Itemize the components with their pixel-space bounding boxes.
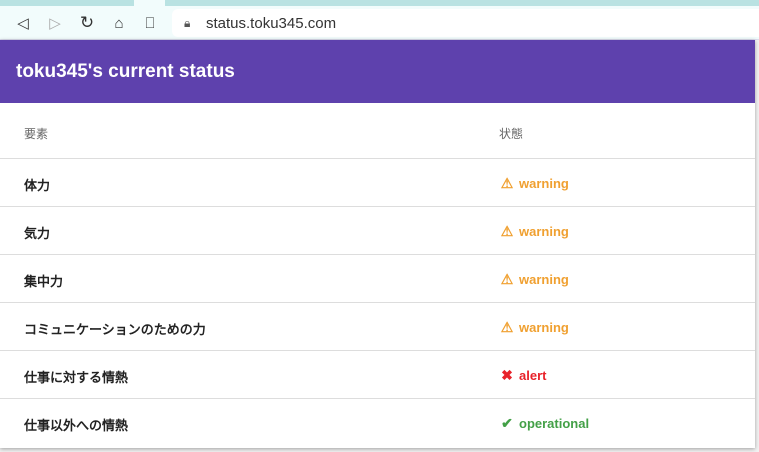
status-badge: ✖ alert (499, 367, 546, 384)
warning-icon: ⚠ (500, 319, 514, 335)
lock-icon: 🔒︎ (184, 15, 191, 30)
column-header-status: 状態 (499, 127, 524, 141)
status-badge: ⚠ warning (499, 319, 569, 336)
forward-icon[interactable]: ▷ (44, 12, 66, 34)
warning-icon: ⚠ (500, 175, 514, 191)
table-header: 要素 状態 (0, 103, 755, 159)
status-badge: ✔ operational (499, 415, 589, 432)
status-card: toku345's current status 要素 状態 体力 ⚠ warn… (0, 40, 755, 448)
element-name: 気力 (24, 226, 51, 241)
address-bar[interactable]: 🔒︎ status.toku345.com (172, 9, 759, 37)
page-title: toku345's current status (0, 40, 755, 103)
table-row: 仕事以外への情熱 ✔ operational (0, 399, 755, 447)
element-name: 体力 (24, 178, 51, 193)
table-row: コミュニケーションのための力 ⚠ warning (0, 303, 755, 351)
close-icon: ✖ (501, 367, 513, 383)
warning-icon: ⚠ (500, 271, 514, 287)
table-row: 気力 ⚠ warning (0, 207, 755, 255)
table-row: 体力 ⚠ warning (0, 159, 755, 207)
element-name: 集中力 (24, 274, 64, 289)
status-label: warning (519, 320, 569, 335)
column-header-element: 要素 (24, 127, 49, 141)
status-label: operational (519, 416, 590, 431)
status-badge: ⚠ warning (499, 223, 569, 240)
element-name: 仕事に対する情熱 (24, 370, 129, 385)
element-name: 仕事以外への情熱 (24, 418, 129, 433)
bookmark-icon[interactable]: ⎕ (139, 12, 161, 34)
status-label: warning (519, 176, 569, 191)
check-icon: ✔ (501, 415, 513, 431)
reload-icon[interactable]: ↻ (76, 12, 98, 34)
home-icon[interactable]: ⌂ (108, 12, 130, 34)
status-badge: ⚠ warning (499, 271, 569, 288)
status-badge: ⚠ warning (499, 175, 569, 192)
table-row: 集中力 ⚠ warning (0, 255, 755, 303)
url-text: status.toku345.com (206, 14, 337, 32)
element-name: コミュニケーションのための力 (24, 322, 206, 337)
browser-toolbar: ◁ ▷ ↻ ⌂ ⎕ 🔒︎ status.toku345.com (0, 6, 759, 40)
back-icon[interactable]: ◁ (12, 12, 34, 34)
status-label: alert (519, 368, 547, 383)
status-label: warning (519, 224, 569, 239)
warning-icon: ⚠ (500, 223, 514, 239)
table-row: 仕事に対する情熱 ✖ alert (0, 351, 755, 399)
status-label: warning (519, 272, 569, 287)
